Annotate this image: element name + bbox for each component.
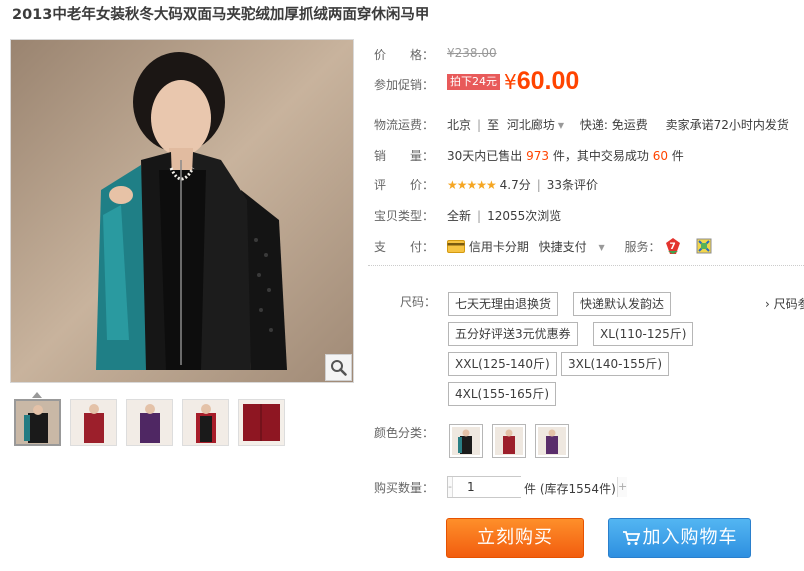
- size-option[interactable]: XL(110-125斤): [593, 322, 694, 346]
- sales-info: 30天内已售出 973 件，其中交易成功 60 件: [447, 147, 684, 164]
- thumbnail-4[interactable]: [182, 399, 229, 446]
- size-label: 尺码：: [400, 295, 437, 309]
- thumbnail-2[interactable]: [70, 399, 117, 446]
- original-price-value: ¥238.00: [447, 46, 497, 60]
- credit-card-icon: [447, 239, 465, 256]
- type-label: 宝贝类型：: [374, 209, 435, 223]
- color-swatch-purple[interactable]: [535, 424, 569, 458]
- add-to-cart-button[interactable]: 加入购物车: [608, 518, 751, 558]
- promo-tag: 拍下24元: [447, 73, 500, 90]
- sales-middle: 件，其中交易成功: [552, 149, 649, 163]
- original-price: ¥238.00: [447, 46, 497, 60]
- separator: |: [477, 118, 482, 132]
- rating-score: 4.7分: [499, 178, 531, 192]
- svg-text:7: 7: [670, 242, 676, 252]
- consumer-protection-icon[interactable]: [696, 238, 712, 257]
- buy-now-button[interactable]: 立刻购买: [446, 518, 584, 558]
- shipping-label: 物流运费：: [374, 118, 435, 132]
- magnifier-icon: [331, 360, 347, 376]
- credit-installment[interactable]: 信用卡分期: [469, 240, 529, 254]
- quick-pay[interactable]: 快捷支付: [539, 240, 587, 254]
- delivery-promise: 卖家承诺72小时内发货: [665, 118, 789, 132]
- service-label: 服务：: [624, 240, 661, 254]
- sales-suffix: 件: [671, 149, 684, 163]
- quantity-increase-button[interactable]: +: [617, 477, 628, 497]
- main-product-image[interactable]: [10, 39, 354, 383]
- size-option[interactable]: 4XL(155-165斤): [448, 382, 557, 406]
- color-swatch-teal[interactable]: [449, 424, 483, 458]
- size-chart-link[interactable]: › 尺码参照表: [765, 295, 804, 312]
- size-option[interactable]: 3XL(140-155斤): [561, 352, 670, 376]
- chevron-down-icon[interactable]: ▼: [599, 243, 605, 252]
- quantity-stepper: - +: [447, 476, 628, 498]
- separator: |: [536, 178, 541, 192]
- yen-symbol: ¥: [504, 69, 517, 94]
- item-condition: 全新: [447, 209, 472, 223]
- size-option[interactable]: 快递默认发韵达: [573, 292, 672, 316]
- shopping-cart-icon: [622, 531, 640, 545]
- thumbnail-indicator: [32, 392, 42, 398]
- ship-from: 北京: [447, 118, 472, 132]
- product-title: 2013中老年女装秋冬大码双面马夹驼绒加厚抓绒两面穿休闲马甲: [12, 7, 430, 23]
- promo-price-value: 60.00: [516, 67, 580, 95]
- price-label: 价 格：: [374, 48, 435, 62]
- payment-info: 信用卡分期 快捷支付 ▼ 服务： 7: [447, 237, 712, 258]
- thumbnail-1[interactable]: [14, 399, 61, 446]
- ship-to-prefix: 至: [487, 118, 500, 132]
- thumbnail-strip: [14, 399, 294, 446]
- success-count: 60: [652, 149, 668, 163]
- sales-label: 销 量：: [374, 149, 435, 163]
- section-divider: [368, 265, 804, 266]
- size-option[interactable]: 七天无理由退换货: [448, 292, 559, 316]
- thumbnail-5[interactable]: [238, 399, 285, 446]
- shipping-info: 北京 | 至 河北廊坊 ▼ 快递: 免运费 卖家承诺72小时内发货: [447, 116, 789, 133]
- color-label: 颜色分类：: [374, 426, 435, 440]
- stock-info: 件 (库存1554件): [524, 480, 616, 497]
- product-photo: [11, 40, 353, 382]
- promo-price: 拍下24元 ¥60.00: [447, 67, 579, 96]
- quantity-unit: 件: [524, 482, 537, 496]
- thumbnail-3[interactable]: [126, 399, 173, 446]
- stock-count: (库存1554件): [539, 482, 616, 496]
- sold-count: 973: [526, 149, 550, 163]
- type-info: 全新 | 12055次浏览: [447, 207, 561, 224]
- quantity-label: 购买数量：: [374, 481, 435, 495]
- separator: |: [477, 209, 482, 223]
- rating-stars: ★★★★★: [447, 178, 497, 192]
- rating-label: 评 价：: [374, 178, 435, 192]
- review-count-link[interactable]: 33条评价: [547, 178, 598, 192]
- promo-label: 参加促销：: [374, 78, 435, 92]
- chevron-down-icon: ▼: [557, 121, 565, 130]
- ship-to-selector[interactable]: 河北廊坊 ▼: [503, 118, 564, 132]
- add-to-cart-label: 加入购物车: [642, 527, 738, 548]
- ship-to: 河北廊坊: [506, 118, 555, 132]
- size-option[interactable]: XXL(125-140斤): [448, 352, 557, 376]
- sales-prefix: 30天内已售出: [447, 149, 523, 163]
- payment-label: 支 付：: [374, 240, 435, 254]
- size-option[interactable]: 五分好评送3元优惠券: [448, 322, 578, 346]
- seven-day-return-icon[interactable]: 7: [664, 237, 682, 258]
- express-fee: 快递: 免运费: [579, 118, 648, 132]
- rating-info: ★★★★★ 4.7分 | 33条评价: [447, 176, 598, 193]
- buy-now-label: 立刻购买: [477, 527, 553, 548]
- view-count: 12055次浏览: [487, 209, 562, 223]
- color-swatch-red[interactable]: [492, 424, 526, 458]
- zoom-button[interactable]: [325, 354, 352, 381]
